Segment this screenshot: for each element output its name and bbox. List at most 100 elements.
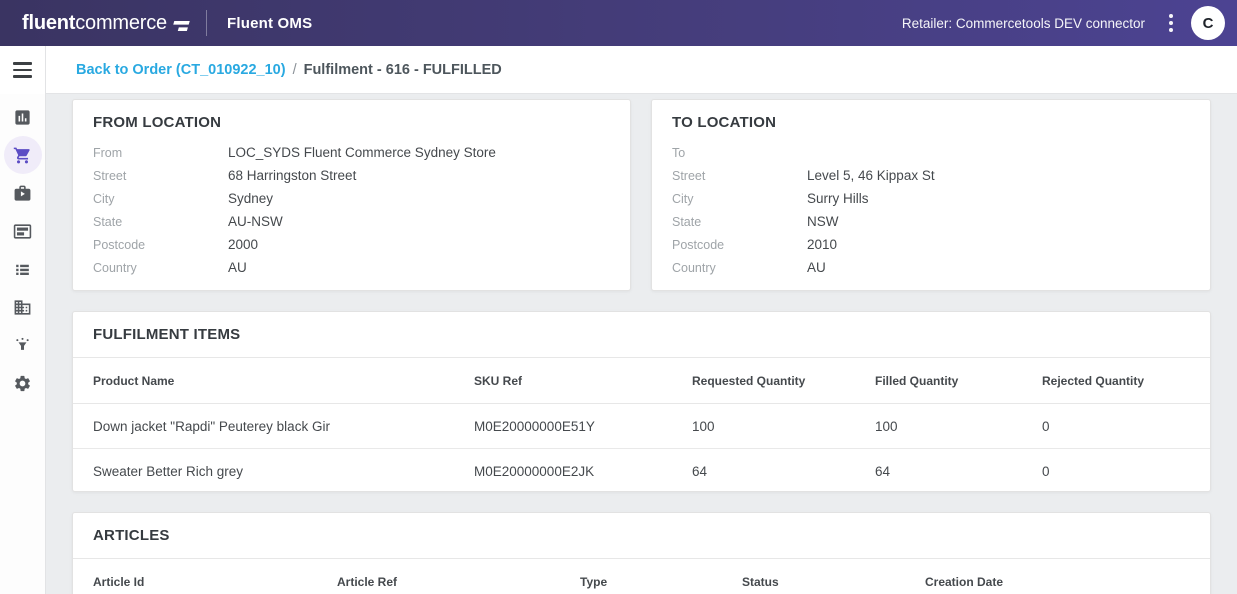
table-row: Sweater Better Rich grey M0E20000000E2JK… — [73, 449, 1210, 494]
column-header: Filled Quantity — [875, 374, 1042, 388]
field-row: FromLOC_SYDS Fluent Commerce Sydney Stor… — [93, 141, 610, 164]
cell-filled-qty: 64 — [875, 464, 1042, 479]
column-header: Article Id — [93, 575, 337, 589]
cell-rejected-qty: 0 — [1042, 464, 1190, 479]
field-value: NSW — [807, 214, 1190, 229]
articles-card: ARTICLES Article Id Article Ref Type Sta… — [72, 512, 1211, 594]
from-location-title: FROM LOCATION — [93, 114, 610, 131]
cell-requested-qty: 64 — [692, 464, 875, 479]
app-title: Fluent OMS — [227, 15, 312, 32]
field-label: Country — [93, 261, 228, 275]
back-to-order-link[interactable]: Back to Order (CT_010922_10) — [76, 62, 286, 78]
building-icon — [13, 298, 32, 317]
field-row: Postcode2000 — [93, 233, 610, 256]
sidebar-item-bar-chart[interactable] — [4, 98, 42, 136]
cell-rejected-qty: 0 — [1042, 419, 1190, 434]
funnel-sparkle-icon — [13, 336, 32, 355]
cell-filled-qty: 100 — [875, 419, 1042, 434]
field-value: AU — [228, 260, 610, 275]
field-label: Country — [672, 261, 807, 275]
from-location-card: FROM LOCATION FromLOC_SYDS Fluent Commer… — [72, 99, 631, 291]
field-label: From — [93, 146, 228, 160]
sidebar-item-building[interactable] — [4, 288, 42, 326]
briefcase-play-icon — [13, 184, 32, 203]
field-value: Level 5, 46 Kippax St — [807, 168, 1190, 183]
field-label: City — [672, 192, 807, 206]
column-header: Rejected Quantity — [1042, 374, 1190, 388]
cell-product-name: Sweater Better Rich grey — [93, 464, 474, 479]
app-header: fluentcommerce Fluent OMS Retailer: Comm… — [0, 0, 1237, 46]
field-row: Street68 Harringston Street — [93, 164, 610, 187]
field-row: CitySydney — [93, 187, 610, 210]
header-divider — [206, 10, 207, 36]
field-label: To — [672, 146, 807, 160]
field-row: CountryAU — [672, 256, 1190, 279]
field-value: AU — [807, 260, 1190, 275]
sidebar-item-card-panel[interactable] — [4, 212, 42, 250]
logo-equals-icon — [170, 20, 190, 33]
to-location-title: TO LOCATION — [672, 114, 1190, 131]
field-value: Surry Hills — [807, 191, 1190, 206]
list-icon — [13, 260, 32, 279]
sidebar-item-funnel[interactable] — [4, 326, 42, 364]
breadcrumb-bar: Back to Order (CT_010922_10) / Fulfilmen… — [46, 46, 1237, 94]
logo-brand-light: commerce — [75, 12, 167, 35]
shopping-cart-icon — [13, 146, 32, 165]
field-label: City — [93, 192, 228, 206]
cell-requested-qty: 100 — [692, 419, 875, 434]
fluentcommerce-logo[interactable]: fluentcommerce — [22, 12, 190, 35]
fulfilment-items-header-row: Product Name SKU Ref Requested Quantity … — [73, 358, 1210, 404]
column-header: SKU Ref — [474, 374, 692, 388]
retailer-label: Retailer: Commercetools DEV connector — [902, 16, 1145, 31]
sidebar-item-briefcase[interactable] — [4, 174, 42, 212]
fulfilment-items-title: FULFILMENT ITEMS — [93, 326, 240, 343]
to-location-card: TO LOCATION To StreetLevel 5, 46 Kippax … — [651, 99, 1211, 291]
field-row: CitySurry Hills — [672, 187, 1190, 210]
field-value: LOC_SYDS Fluent Commerce Sydney Store — [228, 145, 610, 160]
hamburger-menu-icon[interactable] — [0, 46, 45, 94]
sidebar-item-orders[interactable] — [4, 136, 42, 174]
field-value: 68 Harringston Street — [228, 168, 610, 183]
sidebar-item-list[interactable] — [4, 250, 42, 288]
field-label: State — [93, 215, 228, 229]
cell-sku-ref: M0E20000000E51Y — [474, 419, 692, 434]
field-label: Street — [672, 169, 807, 183]
field-row: Postcode2010 — [672, 233, 1190, 256]
field-row: StateNSW — [672, 210, 1190, 233]
column-header: Status — [742, 575, 925, 589]
cell-sku-ref: M0E20000000E2JK — [474, 464, 692, 479]
logo-brand-bold: fluent — [22, 12, 75, 35]
field-row: CountryAU — [93, 256, 610, 279]
field-value: Sydney — [228, 191, 610, 206]
kebab-menu-icon[interactable] — [1159, 8, 1183, 38]
gear-icon — [13, 374, 32, 393]
field-value: AU-NSW — [228, 214, 610, 229]
field-label: State — [672, 215, 807, 229]
field-row: To — [672, 141, 1190, 164]
table-row: Down jacket "Rapdi" Peuterey black Gir M… — [73, 404, 1210, 449]
cell-product-name: Down jacket "Rapdi" Peuterey black Gir — [93, 419, 474, 434]
field-row: StateAU-NSW — [93, 210, 610, 233]
breadcrumb: Back to Order (CT_010922_10) / Fulfilmen… — [76, 62, 502, 78]
fulfilment-items-card: FULFILMENT ITEMS Product Name SKU Ref Re… — [72, 311, 1211, 492]
sidebar-item-settings[interactable] — [4, 364, 42, 402]
user-avatar[interactable]: C — [1191, 6, 1225, 40]
column-header: Article Ref — [337, 575, 580, 589]
card-panel-icon — [13, 222, 32, 241]
breadcrumb-separator: / — [293, 62, 297, 78]
column-header: Type — [580, 575, 742, 589]
column-header: Product Name — [93, 374, 474, 388]
field-label: Street — [93, 169, 228, 183]
field-row: StreetLevel 5, 46 Kippax St — [672, 164, 1190, 187]
sidebar — [0, 46, 46, 594]
breadcrumb-current: Fulfilment - 616 - FULFILLED — [304, 62, 502, 78]
articles-header-row: Article Id Article Ref Type Status Creat… — [73, 559, 1210, 594]
column-header: Creation Date — [925, 575, 1190, 589]
bar-chart-icon — [13, 108, 32, 127]
field-value: 2010 — [807, 237, 1190, 252]
field-value: 2000 — [228, 237, 610, 252]
field-label: Postcode — [672, 238, 807, 252]
column-header: Requested Quantity — [692, 374, 875, 388]
articles-title: ARTICLES — [93, 527, 170, 544]
field-label: Postcode — [93, 238, 228, 252]
